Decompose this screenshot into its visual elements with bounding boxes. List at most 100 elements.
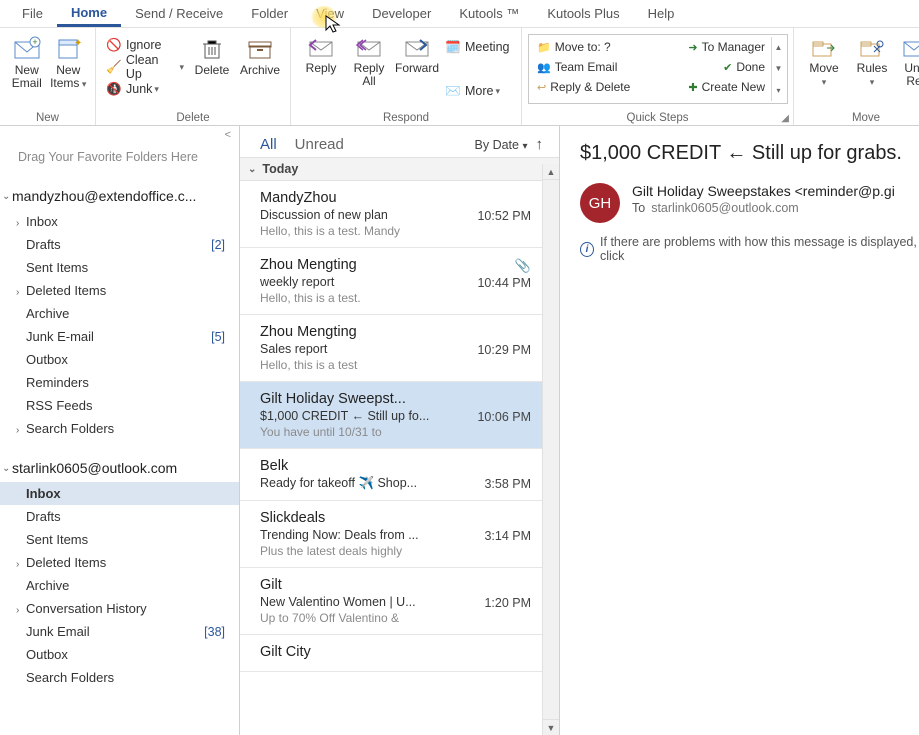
quickstep-icon: ➜ [688,41,697,54]
favorites-placeholder[interactable]: Drag Your Favorite Folders Here [0,132,239,182]
new-items-button[interactable]: ✦ New Items ▾ [48,30,90,91]
folder-rss-feeds[interactable]: RSS Feeds [0,394,239,417]
folder-junk-email[interactable]: Junk Email[38] [0,620,239,643]
message-time: 10:29 PM [477,343,531,357]
folder-drafts[interactable]: Drafts[2] [0,233,239,256]
quickstep-item[interactable]: 👥Team Email [533,57,621,77]
message-item[interactable]: Gilt Holiday Sweepst...$1,000 CREDIT ← S… [240,382,559,449]
message-item[interactable]: MandyZhouDiscussion of new planHello, th… [240,181,559,248]
chevron-right-icon: › [16,605,26,616]
quickstep-item[interactable]: ✔Done [719,57,769,77]
message-item[interactable]: 📎Zhou Mengtingweekly reportHello, this i… [240,248,559,315]
gallery-down-icon[interactable]: ▼ [772,58,785,79]
quick-steps-gallery[interactable]: 📁Move to: ? ➜To Manager 👥Team Email ✔Done ↩R… [528,34,788,104]
gallery-more-icon[interactable]: ▾ [772,80,785,101]
gallery-up-icon[interactable]: ▲ [772,37,785,58]
unread-button[interactable]: Unr Re [896,30,919,88]
list-scrollbar[interactable]: ▲ ▼ [542,164,559,735]
message-item[interactable]: GiltNew Valentino Women | U...Up to 70% … [240,568,559,635]
info-icon: i [580,242,594,257]
ribbon-tabs: FileHomeSend / ReceiveFolderViewDevelope… [0,0,919,28]
tab-send-receive[interactable]: Send / Receive [121,2,237,25]
reading-pane: $1,000 CREDIT ← Still up for grabs. GH G… [560,126,919,735]
list-section-today[interactable]: ⌄ Today [240,157,559,181]
folder-pane: < Drag Your Favorite Folders Here ⌄mandy… [0,126,240,735]
tab-kutools-plus[interactable]: Kutools Plus [533,2,633,25]
quickstep-item[interactable]: ✚Create New [684,77,769,97]
tab-home[interactable]: Home [57,1,121,27]
tab-file[interactable]: File [8,2,57,25]
account-header[interactable]: ⌄mandyzhou@extendoffice.c... [0,182,239,210]
group-label-new: New [6,112,89,124]
group-label-move: Move [800,112,919,124]
quickstep-icon: ✚ [688,81,697,94]
folder-search-folders[interactable]: ›Search Folders [0,417,239,440]
folder-sent-items[interactable]: Sent Items [0,256,239,279]
sort-button[interactable]: By Date ▾ [475,138,528,152]
message-from: Gilt Holiday Sweepst... [260,391,531,407]
folder-outbox[interactable]: Outbox [0,643,239,666]
message-preview: Plus the latest deals highly [260,544,490,558]
reply-button[interactable]: Reply [297,30,345,75]
group-label-quicksteps: Quick Steps [528,112,787,124]
scroll-up-icon[interactable]: ▲ [543,164,559,180]
tab-folder[interactable]: Folder [237,2,302,25]
chevron-right-icon: › [16,559,26,570]
quicksteps-launcher-icon[interactable]: ◢ [781,113,789,124]
tab-developer[interactable]: Developer [358,2,445,25]
filter-all[interactable]: All [260,136,277,159]
folder-search-folders[interactable]: Search Folders [0,666,239,689]
sort-direction-button[interactable]: ↑ [536,136,544,153]
quickstep-icon: ↩ [537,81,546,94]
folder-inbox[interactable]: Inbox [0,482,239,505]
folder-deleted-items[interactable]: ›Deleted Items [0,551,239,574]
scroll-down-icon[interactable]: ▼ [543,719,559,735]
tab-view[interactable]: View [302,2,358,25]
quickstep-item[interactable]: ➜To Manager [684,37,769,57]
message-from: Zhou Mengting [260,257,531,273]
folder-junk-e-mail[interactable]: Junk E-mail[5] [0,325,239,348]
message-subject: Sales report [260,342,460,356]
unread-count: [38] [204,625,225,639]
folder-outbox[interactable]: Outbox [0,348,239,371]
collapse-pane-icon[interactable]: < [225,129,231,141]
svg-text:+: + [32,37,37,47]
folder-conversation-history[interactable]: ›Conversation History [0,597,239,620]
forward-button[interactable]: Forward [393,30,441,75]
folder-inbox[interactable]: ›Inbox [0,210,239,233]
new-email-button[interactable]: + New Email [6,30,48,90]
folder-archive[interactable]: Archive [0,302,239,325]
message-item[interactable]: Zhou MengtingSales reportHello, this is … [240,315,559,382]
recipient-line: Tostarlink0605@outlook.com [632,201,895,215]
meeting-button[interactable]: 🗓️Meeting [441,36,515,58]
folder-reminders[interactable]: Reminders [0,371,239,394]
archive-button[interactable]: Archive [236,30,284,77]
quickstep-item[interactable]: 📁Move to: ? [533,37,615,57]
message-from: Belk [260,458,531,474]
message-item[interactable]: BelkReady for takeoff ✈️ Shop...3:58 PM [240,449,559,501]
rules-button[interactable]: Rules▾ [848,30,896,89]
reply-all-button[interactable]: Reply All [345,30,393,88]
filter-unread[interactable]: Unread [295,136,344,153]
tab-kutools-[interactable]: Kutools ™ [445,2,533,25]
tab-help[interactable]: Help [634,2,689,25]
message-item[interactable]: Gilt City [240,635,559,672]
folder-drafts[interactable]: Drafts [0,505,239,528]
move-button[interactable]: Move▾ [800,30,848,89]
cleanup-button[interactable]: 🧹Clean Up▾ [102,56,188,78]
folder-deleted-items[interactable]: ›Deleted Items [0,279,239,302]
folder-archive[interactable]: Archive [0,574,239,597]
folder-sent-items[interactable]: Sent Items [0,528,239,551]
message-time: 10:44 PM [477,276,531,290]
group-label-respond: Respond [297,112,515,124]
display-warning-bar[interactable]: i If there are problems with how this me… [580,235,919,263]
quickstep-icon: ✔ [723,61,732,74]
more-respond-button[interactable]: ✉️More▾ [441,80,515,102]
account-header[interactable]: ⌄starlink0605@outlook.com [0,454,239,482]
delete-button[interactable]: Delete [188,30,236,77]
message-item[interactable]: SlickdealsTrending Now: Deals from ...Pl… [240,501,559,568]
quickstep-item[interactable]: ↩Reply & Delete [533,77,634,97]
message-subject: Discussion of new plan [260,208,460,222]
junk-button[interactable]: 🚯Junk▾ [102,78,188,100]
ignore-icon: 🚫 [106,37,122,53]
